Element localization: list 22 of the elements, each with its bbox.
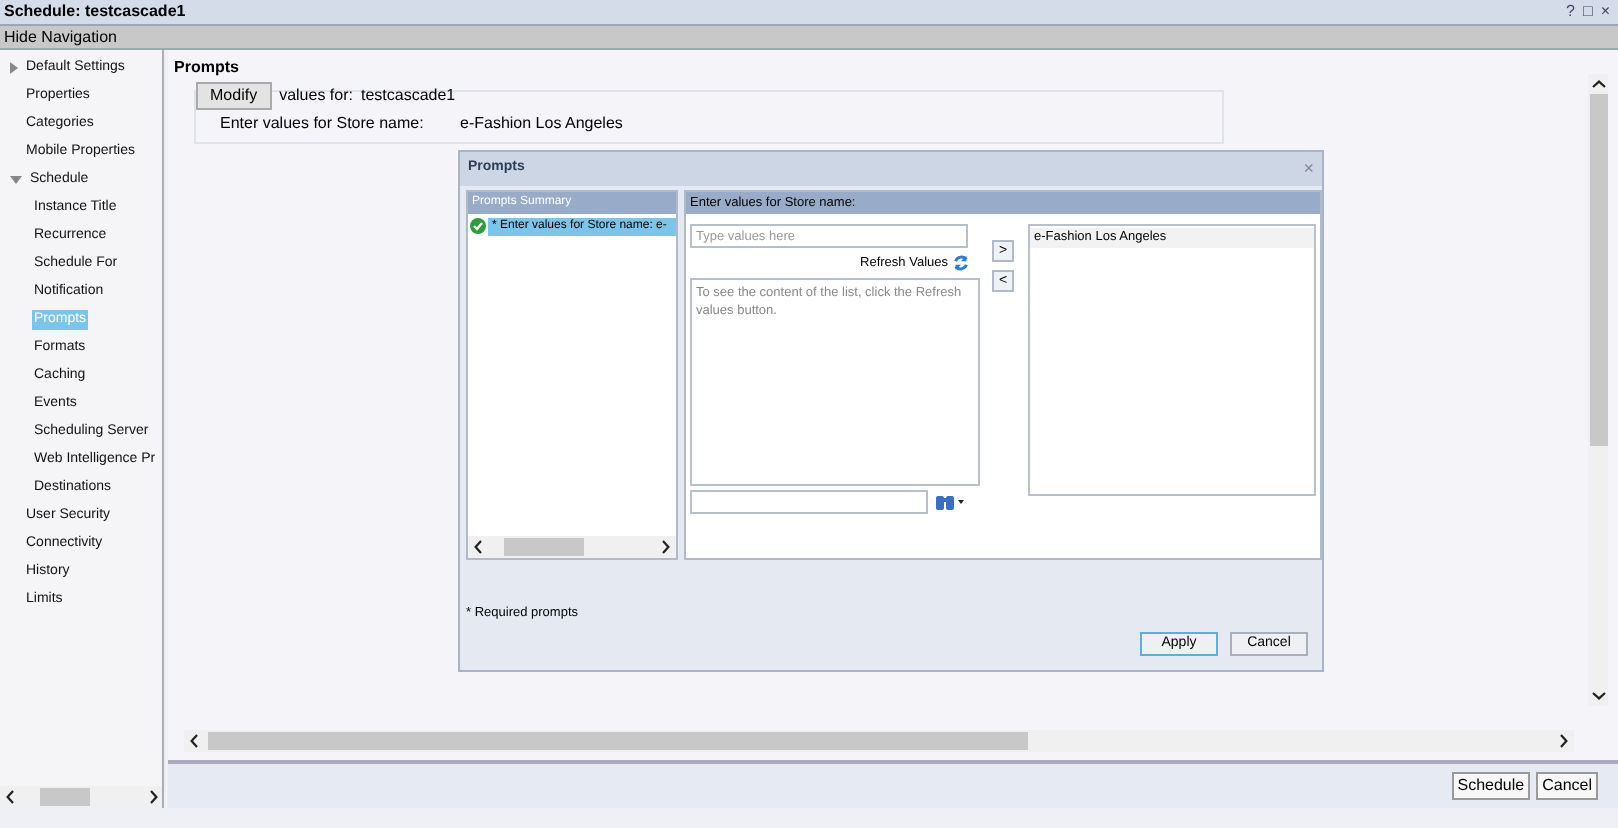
collapsed-arrow-icon[interactable] bbox=[10, 62, 18, 74]
section-heading: Prompts bbox=[174, 56, 241, 80]
report-name: testcascade1 bbox=[360, 84, 456, 108]
close-button[interactable]: × bbox=[1600, 0, 1610, 24]
footer-button[interactable]: Cancel bbox=[1536, 772, 1598, 800]
binoculars-icon[interactable] bbox=[936, 494, 964, 510]
hide-navigation-link[interactable]: Hide Navigation bbox=[4, 25, 117, 49]
help-button[interactable]: ? bbox=[1566, 0, 1575, 24]
horizontal-scrollbar[interactable] bbox=[468, 536, 676, 558]
prompt-label: Enter values for Store name: bbox=[220, 112, 426, 136]
horizontal-scrollbar[interactable] bbox=[184, 730, 1574, 752]
horizontal-scrollbar[interactable] bbox=[0, 786, 162, 808]
maximize-button[interactable]: □ bbox=[1582, 0, 1593, 24]
values-for-label: values for: bbox=[279, 84, 353, 108]
footer-button[interactable]: Schedule bbox=[1451, 772, 1531, 800]
refresh-icon[interactable] bbox=[952, 254, 970, 272]
modify-button[interactable]: Modify bbox=[196, 82, 272, 110]
vertical-scrollbar[interactable] bbox=[1588, 74, 1608, 706]
filter-field[interactable] bbox=[690, 490, 928, 514]
prompt-value: e-Fashion Los Angeles bbox=[460, 112, 623, 136]
window-title: Schedule: testcascade1 bbox=[4, 0, 186, 24]
expanded-arrow-icon[interactable] bbox=[10, 176, 22, 184]
